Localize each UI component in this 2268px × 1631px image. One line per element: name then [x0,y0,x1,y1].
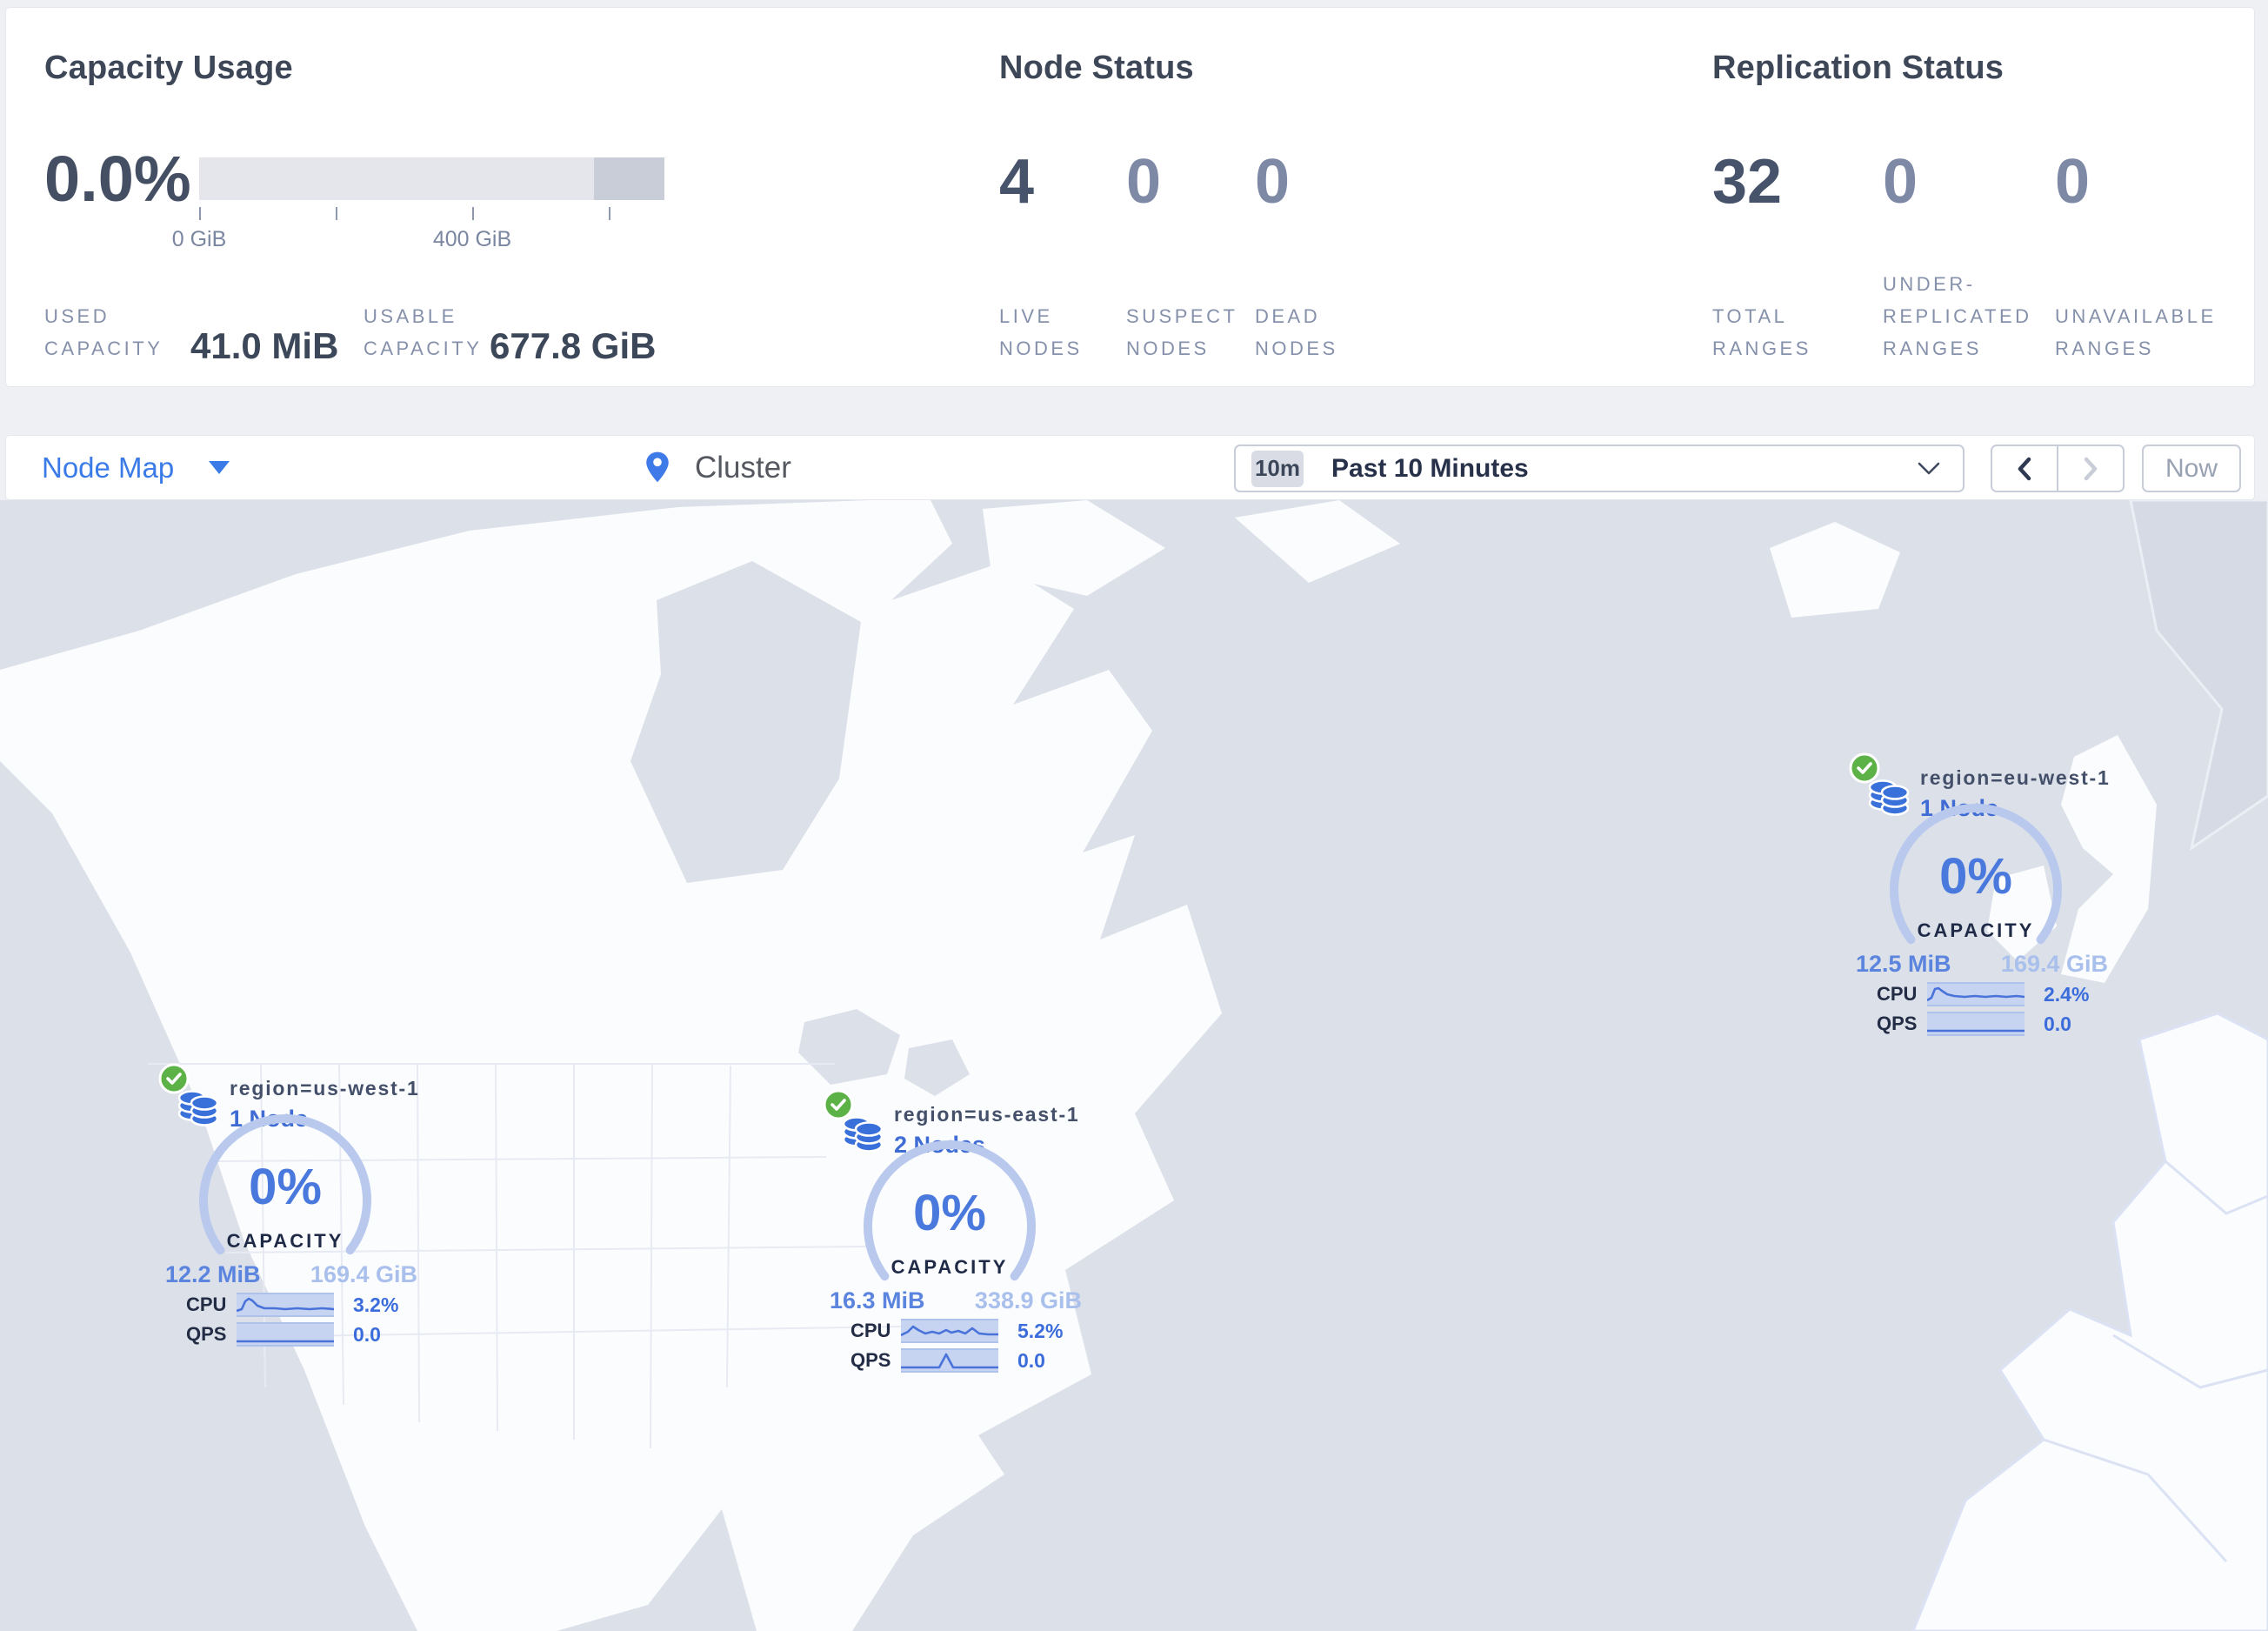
map-toolbar: Node Map Cluster 10m Past 10 Minutes Now [5,435,2255,500]
db-console-node-map-page: Capacity Usage 0.0% 0 GiB 400 GiB USED CAP… [0,0,2268,1631]
capacity-gauge-percent: 0% [1939,848,2012,905]
qps-value: 0.0 [2044,1012,2071,1035]
capacity-axis-tick [199,207,201,220]
capacity-total-value: 338.9 GiB [974,1287,1082,1313]
capacity-metric-value: 677.8 GiB [490,325,657,366]
capacity-total-value: 169.4 GiB [2000,951,2108,977]
capacity-used-value: 12.5 MiB [1856,951,1951,977]
next-time-range-button[interactable] [2058,446,2123,491]
cpu-label: CPU [1877,983,1918,1005]
capacity-gauge-label: CAPACITY [226,1230,344,1252]
cpu-value: 3.2% [353,1293,399,1316]
qps-value: 0.0 [1017,1348,1045,1372]
capacity-bar-reserved-segment [594,157,664,200]
region-name: region=us-west-1 [230,1077,420,1100]
time-window-select[interactable]: 10m Past 10 Minutes [1234,445,1964,492]
region-marker-us-east-1[interactable]: region=us-east-1 2 Nodes 0% CAPACITY 16.3 Mi… [810,1089,1089,1389]
capacity-usage-bar: 0 GiB 400 GiB [172,157,664,251]
chevron-down-icon [209,461,230,474]
replication-status-item-value: 0 [1883,147,1918,217]
capacity-gauge-label: CAPACITY [891,1256,1009,1278]
region-marker-us-west-1[interactable]: region=us-west-1 1 Node 0% CAPACITY 12.2 MiB… [146,1063,424,1363]
cpu-value: 5.2% [1017,1319,1064,1342]
capacity-metric-value: 41.0 MiB [190,325,339,366]
cluster-summary-panel: Capacity Usage 0.0% 0 GiB 400 GiB USED CAP… [5,7,2255,387]
node-status-item-label: DEAD NODES [1255,305,1338,359]
cpu-metric-row: CPU 3.2% [186,1293,398,1317]
capacity-used-value: 16.3 MiB [830,1287,925,1313]
time-window-badge: 10m [1251,450,1304,487]
cpu-metric-row: CPU 5.2% [850,1319,1063,1343]
node-map-canvas[interactable]: region=us-west-1 1 Node 0% CAPACITY 12.2 MiB… [0,500,2268,1631]
replication-status-title: Replication Status [1712,50,2005,86]
cpu-sparkline [236,1293,335,1317]
qps-sparkline [901,1348,998,1373]
view-selector-label: Node Map [42,451,175,484]
breadcrumb-label: Cluster [695,450,791,485]
capacity-metric-label: USED CAPACITY [44,305,163,359]
cpu-metric-row: CPU 2.4% [1877,982,2089,1006]
capacity-total-value: 169.4 GiB [310,1261,417,1287]
capacity-values: 12.2 MiB 169.4 GiB [165,1261,417,1288]
time-range-arrows [1991,445,2125,492]
cpu-value: 2.4% [2044,982,2090,1006]
capacity-metric-label: USABLE CAPACITY [364,305,483,359]
cpu-sparkline [900,1319,998,1343]
cpu-sparkline [1926,982,2025,1006]
replication-status-item-value: 32 [1712,147,1783,217]
node-status-item-label: SUSPECT NODES [1126,305,1238,359]
node-status-panel: Node Status 4 LIVE NODES 0 SUSPECT NODES 0 DEAD… [999,8,1678,386]
qps-label: QPS [186,1323,227,1345]
capacity-usage-panel: Capacity Usage 0.0% 0 GiB 400 GiB USED CAP… [44,8,949,386]
capacity-gauge-label: CAPACITY [1917,919,2035,941]
capacity-values: 16.3 MiB 338.9 GiB [830,1287,1082,1314]
capacity-axis-tick [472,207,474,220]
capacity-axis-label: 400 GiB [432,227,512,251]
node-status-item-value: 4 [999,147,1035,217]
now-button[interactable]: Now [2142,445,2241,492]
time-window-label: Past 10 Minutes [1331,453,1529,483]
breadcrumb[interactable]: Cluster [643,436,791,499]
capacity-values: 12.5 MiB 169.4 GiB [1856,951,2108,978]
replication-status-item-label: UNAVAILABLE RANGES [2055,305,2217,359]
node-status-item-value: 0 [1126,147,1162,217]
qps-label: QPS [850,1349,891,1371]
prev-time-range-button[interactable] [1992,446,2058,491]
capacity-gauge-percent: 0% [249,1159,322,1215]
chevron-down-icon [1918,462,1940,476]
location-pin-icon [643,451,672,485]
replication-status-item-value: 0 [2055,147,2091,217]
region-name: region=eu-west-1 [1920,766,2111,789]
replication-status-item-label: TOTAL RANGES [1712,305,1811,359]
capacity-used-value: 12.2 MiB [165,1261,261,1287]
view-selector-dropdown[interactable]: Node Map [42,436,230,499]
replication-status-panel: Replication Status 32 TOTAL RANGES 0 UNDER- R… [1712,8,2251,386]
capacity-gauge-percent: 0% [913,1185,986,1241]
cpu-label: CPU [186,1293,227,1315]
qps-sparkline [237,1322,334,1347]
node-status-item-label: LIVE NODES [999,305,1083,359]
capacity-axis-tick [336,207,337,220]
qps-metric-row: QPS 0.0 [850,1348,1045,1373]
region-name: region=us-east-1 [894,1103,1080,1126]
qps-sparkline [1927,1012,2025,1036]
capacity-usage-title: Capacity Usage [44,50,293,86]
capacity-usage-percent: 0.0% [44,143,191,215]
qps-metric-row: QPS 0.0 [186,1322,381,1347]
cpu-label: CPU [850,1320,891,1341]
qps-metric-row: QPS 0.0 [1877,1012,2071,1036]
region-marker-eu-west-1[interactable]: region=eu-west-1 1 Node 0% CAPACITY 12.5 MiB… [1837,752,2115,1053]
qps-label: QPS [1877,1013,1918,1034]
node-status-item-value: 0 [1255,147,1291,217]
qps-value: 0.0 [353,1322,381,1346]
replication-status-item-label: UNDER- REPLICATED RANGES [1883,273,2032,359]
node-status-title: Node Status [999,50,1194,86]
capacity-axis-label: 0 GiB [171,227,227,251]
capacity-axis-tick [609,207,610,220]
